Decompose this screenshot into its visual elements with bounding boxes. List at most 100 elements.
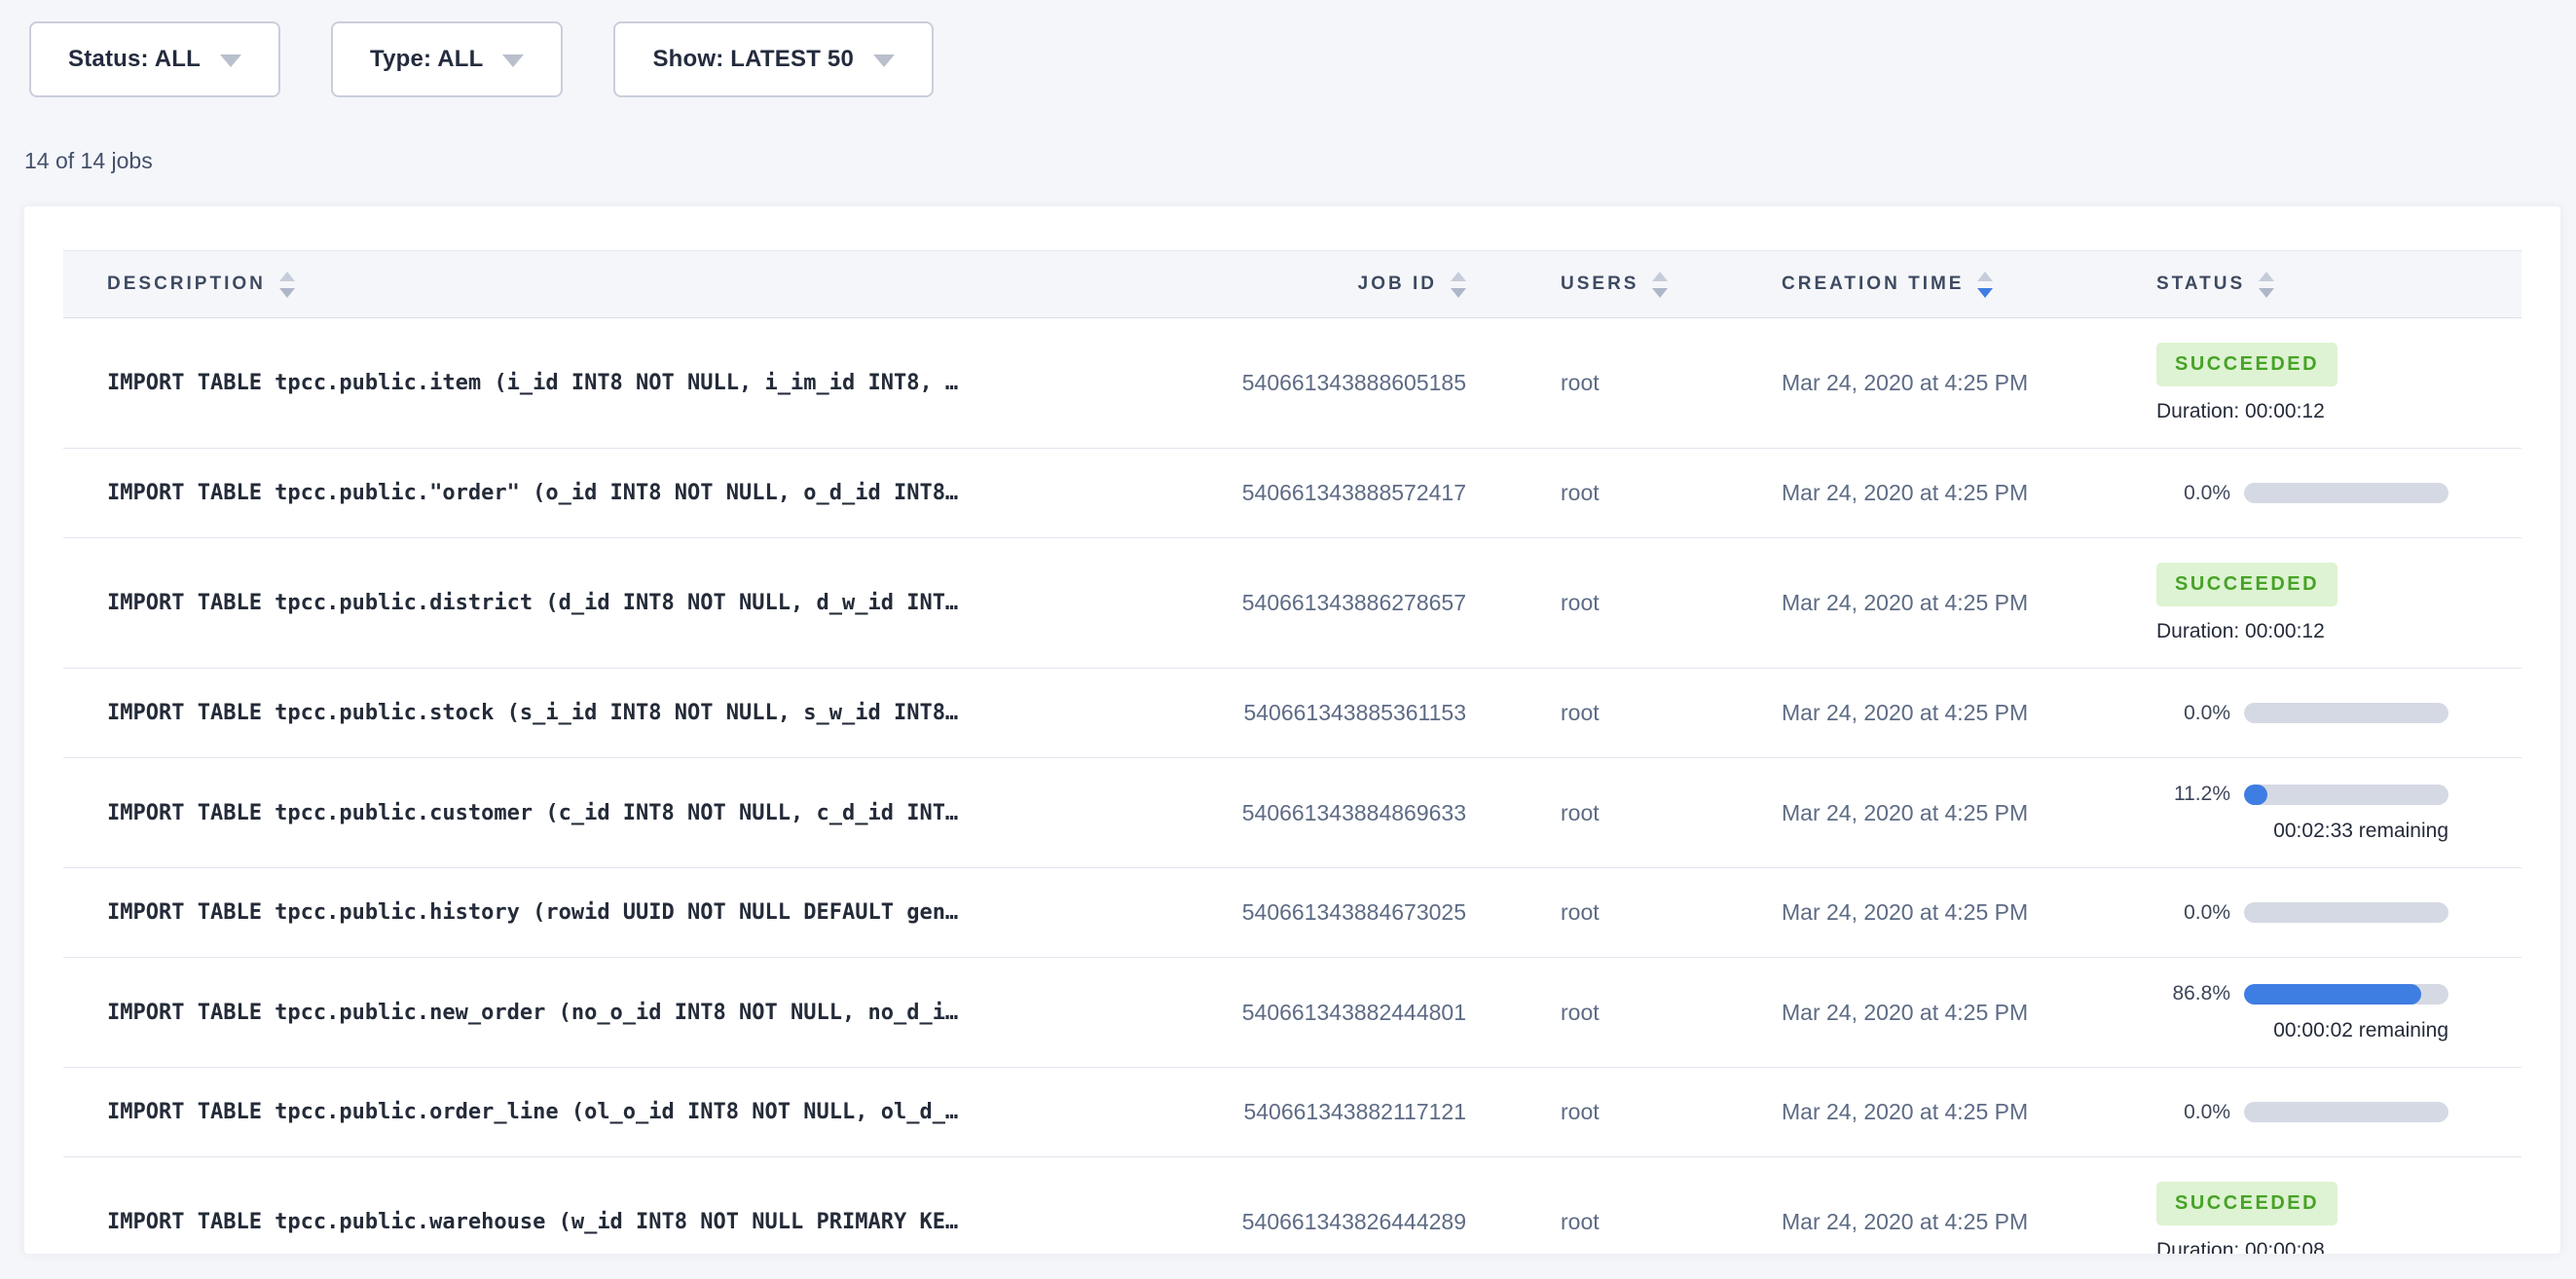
table-row: IMPORT TABLE tpcc.public.district (d_id … — [63, 538, 2521, 669]
job-status-cell: 86.8% 00:00:02 remaining — [2156, 982, 2521, 1042]
column-header-label: USERS — [1561, 274, 1638, 295]
show-filter-dropdown[interactable]: Show: LATEST 50 — [613, 21, 934, 97]
status-badge: SUCCEEDED — [2156, 343, 2337, 386]
job-id: 540661343885361153 — [1152, 700, 1561, 726]
column-header-job-id[interactable]: JOB ID — [1152, 272, 1561, 298]
job-id: 540661343882444801 — [1152, 1000, 1561, 1026]
job-id: 540661343886278657 — [1152, 590, 1561, 616]
job-description: IMPORT TABLE tpcc.public.customer (c_id … — [63, 801, 1152, 825]
job-user: root — [1561, 1099, 1782, 1125]
job-creation-time: Mar 24, 2020 at 4:25 PM — [1782, 480, 2156, 506]
type-filter-dropdown[interactable]: Type: ALL — [331, 21, 563, 97]
column-header-label: STATUS — [2156, 274, 2245, 295]
status-progress-group: 0.0% — [2156, 482, 2448, 505]
job-status-cell: SUCCEEDED Duration: 00:00:12 — [2156, 343, 2521, 423]
job-user: root — [1561, 370, 1782, 396]
table-row: IMPORT TABLE tpcc.public.history (rowid … — [63, 868, 2521, 958]
sort-arrows-icon[interactable] — [1977, 272, 1993, 298]
progress-percent: 86.8% — [2156, 982, 2230, 1005]
job-id: 540661343888605185 — [1152, 370, 1561, 396]
job-description: IMPORT TABLE tpcc.public.order_line (ol_… — [63, 1100, 1152, 1124]
job-creation-time: Mar 24, 2020 at 4:25 PM — [1782, 370, 2156, 396]
job-description: IMPORT TABLE tpcc.public.item (i_id INT8… — [63, 371, 1152, 395]
job-description: IMPORT TABLE tpcc.public.stock (s_i_id I… — [63, 701, 1152, 725]
progress-bar-fill — [2244, 785, 2267, 805]
progress-remaining: 00:00:02 remaining — [2156, 1019, 2448, 1042]
job-creation-time: Mar 24, 2020 at 4:25 PM — [1782, 700, 2156, 726]
status-badge-group: SUCCEEDED Duration: 00:00:12 — [2156, 563, 2448, 643]
sort-arrows-icon[interactable] — [1652, 272, 1668, 298]
sort-arrows-icon[interactable] — [2259, 272, 2274, 298]
table-row: IMPORT TABLE tpcc.public.order_line (ol_… — [63, 1068, 2521, 1157]
job-user: root — [1561, 700, 1782, 726]
jobs-table-header: DESCRIPTION JOB ID USERS CREATION TIME S… — [63, 250, 2521, 318]
progress-bar — [2244, 1102, 2448, 1122]
status-badge-group: SUCCEEDED Duration: 00:00:12 — [2156, 343, 2448, 423]
job-status-cell: 0.0% — [2156, 1101, 2521, 1124]
table-row: IMPORT TABLE tpcc.public.warehouse (w_id… — [63, 1157, 2521, 1254]
progress-bar — [2244, 703, 2448, 723]
status-progress-group: 0.0% — [2156, 1101, 2448, 1124]
column-header-users[interactable]: USERS — [1561, 272, 1782, 298]
progress-percent: 0.0% — [2156, 1101, 2230, 1124]
job-description: IMPORT TABLE tpcc.public.warehouse (w_id… — [63, 1210, 1152, 1234]
status-filter-dropdown[interactable]: Status: ALL — [29, 21, 280, 97]
chevron-down-icon — [873, 55, 895, 67]
progress-bar-fill — [2244, 984, 2421, 1005]
job-id: 540661343884673025 — [1152, 899, 1561, 926]
progress-percent: 0.0% — [2156, 702, 2230, 725]
progress-bar — [2244, 483, 2448, 503]
sort-arrows-icon[interactable] — [1451, 272, 1466, 298]
sort-arrows-icon[interactable] — [279, 272, 295, 298]
progress-percent: 0.0% — [2156, 901, 2230, 925]
progress-percent: 0.0% — [2156, 482, 2230, 505]
show-filter-label: Show: LATEST 50 — [652, 46, 854, 73]
type-filter-label: Type: ALL — [370, 46, 483, 73]
jobs-filter-bar: Status: ALL Type: ALL Show: LATEST 50 — [0, 0, 2576, 97]
column-header-status[interactable]: STATUS — [2156, 272, 2521, 298]
job-user: root — [1561, 800, 1782, 826]
status-filter-label: Status: ALL — [68, 46, 201, 73]
column-header-label: DESCRIPTION — [107, 274, 266, 295]
job-status-cell: SUCCEEDED Duration: 00:00:08 — [2156, 1182, 2521, 1254]
job-user: root — [1561, 1000, 1782, 1026]
column-header-description[interactable]: DESCRIPTION — [63, 272, 1152, 298]
status-progress-group: 86.8% 00:00:02 remaining — [2156, 982, 2448, 1042]
column-header-label: JOB ID — [1358, 274, 1437, 295]
progress-bar — [2244, 902, 2448, 923]
status-progress-group: 11.2% 00:02:33 remaining — [2156, 783, 2448, 843]
job-description: IMPORT TABLE tpcc.public.district (d_id … — [63, 591, 1152, 615]
table-row: IMPORT TABLE tpcc.public.customer (c_id … — [63, 758, 2521, 868]
job-id: 540661343888572417 — [1152, 480, 1561, 506]
status-duration: Duration: 00:00:08 — [2156, 1239, 2448, 1254]
job-creation-time: Mar 24, 2020 at 4:25 PM — [1782, 1099, 2156, 1125]
progress-bar — [2244, 785, 2448, 805]
job-user: root — [1561, 899, 1782, 926]
table-row: IMPORT TABLE tpcc.public."order" (o_id I… — [63, 449, 2521, 538]
table-row: IMPORT TABLE tpcc.public.new_order (no_o… — [63, 958, 2521, 1068]
status-badge: SUCCEEDED — [2156, 563, 2337, 606]
job-status-cell: 0.0% — [2156, 901, 2521, 925]
job-id: 540661343884869633 — [1152, 800, 1561, 826]
column-header-label: CREATION TIME — [1782, 274, 1964, 295]
table-row: IMPORT TABLE tpcc.public.item (i_id INT8… — [63, 318, 2521, 449]
column-header-creation-time[interactable]: CREATION TIME — [1782, 272, 2156, 298]
job-creation-time: Mar 24, 2020 at 4:25 PM — [1782, 899, 2156, 926]
job-description: IMPORT TABLE tpcc.public.history (rowid … — [63, 900, 1152, 925]
job-id: 540661343882117121 — [1152, 1099, 1561, 1125]
job-user: root — [1561, 480, 1782, 506]
chevron-down-icon — [220, 55, 241, 67]
job-creation-time: Mar 24, 2020 at 4:25 PM — [1782, 800, 2156, 826]
job-creation-time: Mar 24, 2020 at 4:25 PM — [1782, 590, 2156, 616]
jobs-table-card: DESCRIPTION JOB ID USERS CREATION TIME S… — [24, 206, 2560, 1254]
table-row: IMPORT TABLE tpcc.public.stock (s_i_id I… — [63, 669, 2521, 758]
job-status-cell: 0.0% — [2156, 702, 2521, 725]
table-body: IMPORT TABLE tpcc.public.item (i_id INT8… — [63, 318, 2521, 1254]
jobs-count-summary: 14 of 14 jobs — [24, 148, 2576, 174]
job-creation-time: Mar 24, 2020 at 4:25 PM — [1782, 1000, 2156, 1026]
job-status-cell: 0.0% — [2156, 482, 2521, 505]
status-badge-group: SUCCEEDED Duration: 00:00:08 — [2156, 1182, 2448, 1254]
job-id: 540661343826444289 — [1152, 1209, 1561, 1235]
job-status-cell: 11.2% 00:02:33 remaining — [2156, 783, 2521, 843]
job-creation-time: Mar 24, 2020 at 4:25 PM — [1782, 1209, 2156, 1235]
